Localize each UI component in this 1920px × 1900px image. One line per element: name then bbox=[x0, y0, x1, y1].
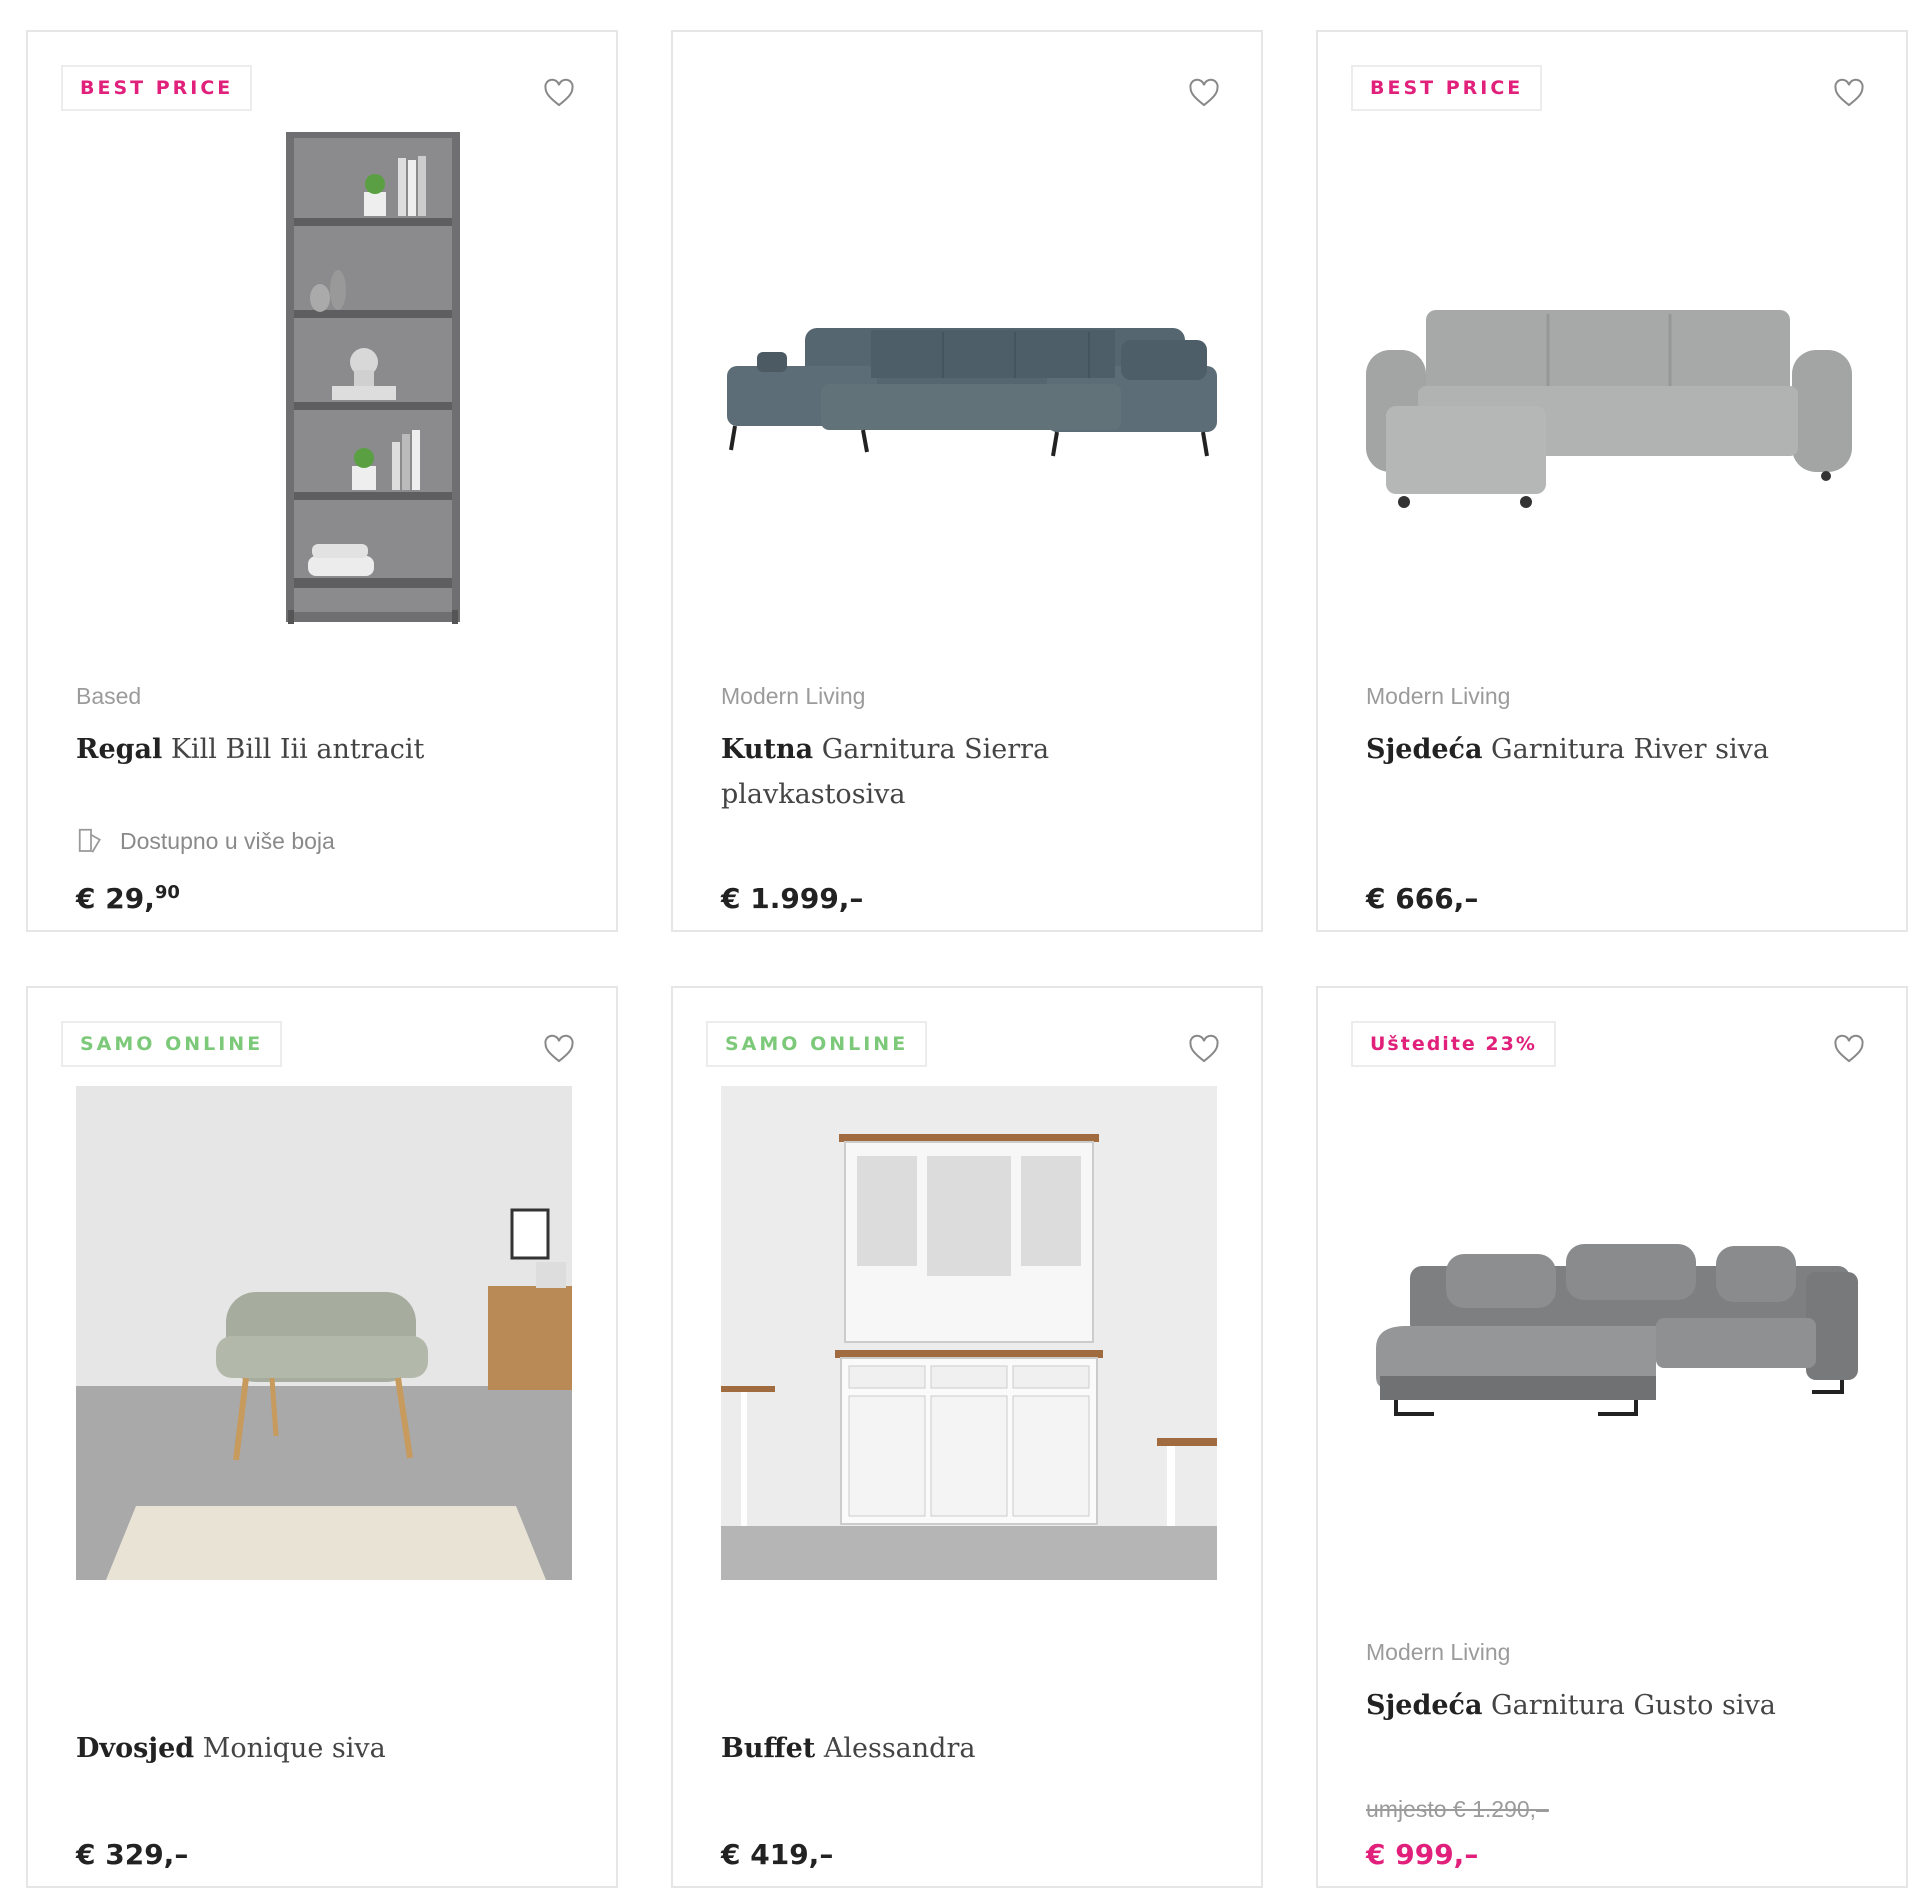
online-only-badge: SAMO ONLINE bbox=[706, 1021, 928, 1067]
product-card[interactable]: BEST PRICE Modern Living Sjedeća Garnitu… bbox=[1316, 30, 1908, 932]
product-name: Monique siva bbox=[202, 1733, 386, 1764]
brand-name: Modern Living bbox=[1366, 1639, 1511, 1665]
color-availability-text: Dostupno u više boja bbox=[120, 827, 335, 854]
product-title[interactable]: Dvosjed Monique siva bbox=[76, 1726, 556, 1771]
heart-icon[interactable] bbox=[542, 76, 576, 110]
heart-icon[interactable] bbox=[1832, 76, 1866, 110]
product-title[interactable]: Sjedeća Garnitura Gusto siva bbox=[1366, 1683, 1846, 1728]
product-card[interactable]: SAMO ONLINE Buffet Alessandra € 419,– bbox=[671, 986, 1263, 1888]
best-price-badge: BEST PRICE bbox=[1351, 65, 1543, 111]
product-image-sofa[interactable] bbox=[1366, 130, 1862, 624]
product-title[interactable]: Kutna Garnitura Sierra plavkastosiva bbox=[721, 727, 1201, 817]
product-title[interactable]: Buffet Alessandra bbox=[721, 1726, 1201, 1771]
price-cents: 90 bbox=[154, 882, 180, 903]
heart-icon[interactable] bbox=[1187, 76, 1221, 110]
online-only-badge: SAMO ONLINE bbox=[61, 1021, 283, 1067]
product-card[interactable]: SAMO ONLINE Dvosjed Monique siva € 329,– bbox=[26, 986, 618, 1888]
color-availability[interactable]: Dostupno u više boja bbox=[76, 826, 335, 856]
product-image-shelf[interactable] bbox=[76, 130, 572, 624]
brand-name: Modern Living bbox=[1366, 683, 1511, 709]
product-type: Kutna bbox=[721, 734, 814, 765]
product-image-buffet[interactable] bbox=[721, 1086, 1217, 1580]
product-type: Buffet bbox=[721, 1733, 816, 1764]
product-name: Kill Bill Iii antracit bbox=[170, 734, 425, 765]
product-type: Sjedeća bbox=[1366, 1690, 1483, 1721]
product-type: Sjedeća bbox=[1366, 734, 1483, 765]
product-image-corner-sofa[interactable] bbox=[1366, 1086, 1862, 1580]
product-card[interactable]: Uštedite 23% Modern Living Sjedeća Garni… bbox=[1316, 986, 1908, 1888]
price-main: € 29, bbox=[76, 882, 155, 915]
product-price: € 329,– bbox=[76, 1838, 189, 1871]
best-price-badge: BEST PRICE bbox=[61, 65, 253, 111]
product-name: Alessandra bbox=[823, 1733, 976, 1764]
product-card[interactable]: Modern Living Kutna Garnitura Sierra pla… bbox=[671, 30, 1263, 932]
product-type: Dvosjed bbox=[76, 1733, 195, 1764]
product-title[interactable]: Regal Kill Bill Iii antracit bbox=[76, 727, 556, 772]
product-card[interactable]: BEST PRICE Based Regal Kill Bill Iii ant… bbox=[26, 30, 618, 932]
product-price: € 419,– bbox=[721, 1838, 834, 1871]
sale-price: € 999,– bbox=[1366, 1838, 1479, 1871]
product-image-corner-sofa[interactable] bbox=[721, 130, 1217, 624]
heart-icon[interactable] bbox=[1187, 1032, 1221, 1066]
discount-badge: Uštedite 23% bbox=[1351, 1021, 1556, 1067]
heart-icon[interactable] bbox=[542, 1032, 576, 1066]
product-image-loveseat[interactable] bbox=[76, 1086, 572, 1580]
product-price: € 1.999,– bbox=[721, 882, 864, 915]
product-price: € 29,90 bbox=[76, 882, 180, 915]
product-name: Garnitura Gusto siva bbox=[1491, 1690, 1776, 1721]
heart-icon[interactable] bbox=[1832, 1032, 1866, 1066]
product-name: Garnitura River siva bbox=[1491, 734, 1769, 765]
product-title[interactable]: Sjedeća Garnitura River siva bbox=[1366, 727, 1846, 772]
product-type: Regal bbox=[76, 734, 163, 765]
product-price: € 666,– bbox=[1366, 882, 1479, 915]
product-grid: BEST PRICE Based Regal Kill Bill Iii ant… bbox=[0, 0, 1920, 1900]
brand-name: Modern Living bbox=[721, 683, 866, 709]
color-swatch-icon bbox=[78, 828, 101, 853]
brand-name: Based bbox=[76, 683, 142, 709]
old-price: umjesto € 1.290,– bbox=[1366, 1796, 1549, 1822]
